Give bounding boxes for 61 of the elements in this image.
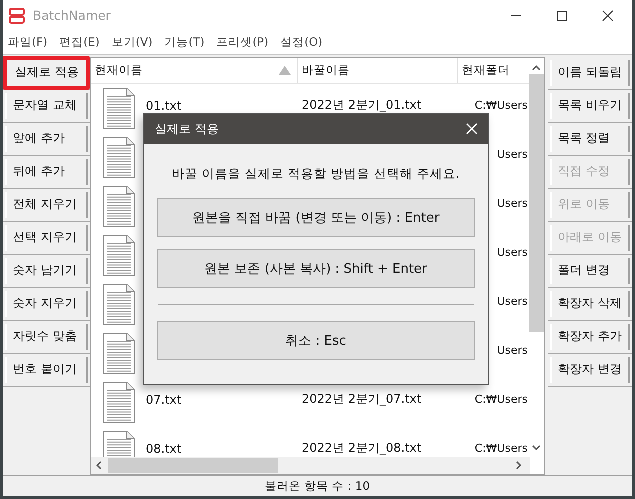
new-file-name: 2022년 2분기_08.txt bbox=[302, 440, 422, 457]
toolbar-button[interactable]: 뒤에 추가 bbox=[5, 158, 88, 185]
folder-path: Users bbox=[497, 196, 528, 210]
scroll-right-icon[interactable] bbox=[516, 460, 522, 470]
toolbar-button[interactable]: 번호 붙이기 bbox=[5, 356, 88, 383]
text-file-icon bbox=[103, 284, 135, 325]
folder-path: C:₩Users bbox=[474, 442, 528, 455]
scroll-left-icon[interactable] bbox=[96, 460, 102, 470]
folder-path: Users bbox=[497, 246, 528, 259]
dialog-message: 바꿀 이름을 실제로 적용할 방법을 선택해 주세요. bbox=[172, 166, 460, 183]
toolbar-button[interactable]: 이름 되돌림 bbox=[550, 60, 630, 86]
folder-path: C:₩Users bbox=[474, 98, 528, 112]
toolbar-button[interactable]: 전체 지우기 bbox=[5, 192, 88, 218]
menu-item[interactable]: 기능(T) bbox=[164, 35, 205, 50]
toolbar-button[interactable]: 확장자 변경 bbox=[550, 356, 630, 383]
menu-item[interactable]: 편집(E) bbox=[60, 35, 100, 50]
folder-path: Users bbox=[497, 294, 528, 308]
folder-path: Users bbox=[497, 344, 528, 357]
toolbar-button[interactable]: 자릿수 맞춤 bbox=[5, 324, 88, 350]
menu-item[interactable]: 설정(O) bbox=[280, 35, 323, 50]
menu-item[interactable]: 프리셋(P) bbox=[216, 35, 269, 50]
file-name: 07.txt bbox=[146, 392, 182, 407]
column-header[interactable]: 현재이름 bbox=[91, 58, 298, 83]
option-button[interactable]: 원본 보존 (사본 복사) : Shift + Enter bbox=[157, 249, 475, 288]
toolbar-button[interactable]: 실제로 적용 bbox=[3, 56, 90, 90]
toolbar-button[interactable]: 숫자 남기기 bbox=[5, 258, 88, 284]
toolbar-button[interactable]: 확장자 삭제 bbox=[550, 290, 630, 317]
dialog-title: 실제로 적용 bbox=[155, 120, 219, 138]
toolbar-button[interactable]: 목록 정렬 bbox=[550, 126, 630, 152]
maximize-icon[interactable] bbox=[556, 10, 568, 22]
text-file-icon bbox=[103, 382, 135, 423]
menu-item[interactable]: 파일(F) bbox=[8, 35, 48, 50]
text-file-icon bbox=[103, 136, 135, 178]
toolbar-button[interactable]: 문자열 교체 bbox=[5, 92, 88, 119]
scroll-down-icon[interactable] bbox=[532, 444, 541, 451]
toolbar-button[interactable]: 목록 비우기 bbox=[550, 92, 630, 119]
file-name: 08.txt bbox=[146, 442, 182, 456]
new-file-name: 2022년 2분기_07.txt bbox=[302, 390, 422, 408]
folder-path: C:₩Users bbox=[474, 392, 528, 406]
horizontal-scrollbar[interactable] bbox=[91, 456, 530, 474]
window-title: BatchNamer bbox=[33, 8, 111, 24]
toolbar-button[interactable]: 앞에 추가 bbox=[5, 126, 88, 152]
menu-item[interactable]: 보기(V) bbox=[112, 35, 153, 50]
column-header[interactable]: 바꿀이름 bbox=[298, 58, 458, 83]
new-file-name: 2022년 2분기_01.txt bbox=[302, 96, 422, 114]
text-file-icon bbox=[103, 332, 135, 374]
option-button[interactable]: 취소 : Esc bbox=[157, 321, 475, 360]
text-file-icon bbox=[103, 186, 135, 227]
folder-path: Users bbox=[497, 148, 528, 161]
toolbar-button[interactable]: 폴더 변경 bbox=[550, 258, 630, 284]
scroll-up-icon[interactable] bbox=[532, 64, 541, 71]
close-icon[interactable] bbox=[602, 10, 614, 22]
text-file-icon bbox=[103, 88, 135, 129]
toolbar-button[interactable]: 확장자 추가 bbox=[550, 324, 630, 350]
app-logo-icon bbox=[9, 8, 25, 24]
toolbar-button[interactable]: 숫자 지우기 bbox=[5, 290, 88, 317]
toolbar-button[interactable]: 선택 지우기 bbox=[5, 224, 88, 251]
text-file-icon bbox=[103, 234, 135, 276]
file-name: 01.txt bbox=[146, 98, 182, 113]
status-text: 불러온 항목 수 : 10 bbox=[264, 478, 370, 494]
option-button[interactable]: 원본을 직접 바꿈 (변경 또는 이동) : Enter bbox=[157, 198, 475, 237]
